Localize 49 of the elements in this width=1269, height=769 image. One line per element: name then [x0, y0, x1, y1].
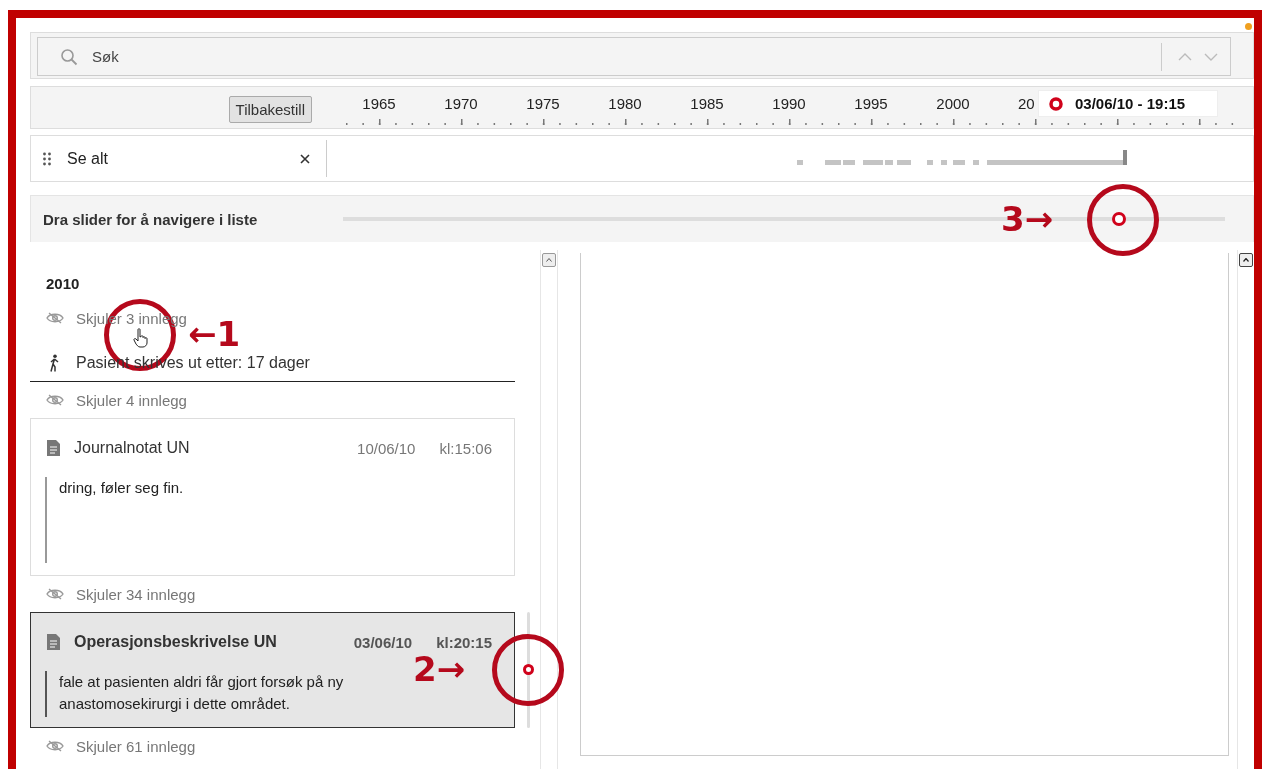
year-label: 1990 [771, 95, 807, 114]
year-label: 1970 [443, 95, 479, 114]
close-icon[interactable] [300, 153, 310, 164]
annotation-circle [492, 634, 564, 706]
note-title: Journalnotat UN [74, 439, 191, 457]
note-title: Operasjonsbeskrivelse UN [74, 633, 278, 651]
ring-icon [1049, 96, 1063, 111]
note-date: 03/06/10 [353, 633, 413, 651]
year-label: 1965 [361, 95, 397, 114]
walking-person-icon [48, 353, 60, 372]
eye-off-icon [46, 312, 64, 324]
year-label: 1975 [525, 95, 561, 114]
drag-handle-icon[interactable] [43, 151, 51, 166]
hidden-entries-link[interactable]: Skjuler 61 innlegg [76, 737, 196, 755]
annotation-circle [1087, 184, 1159, 256]
scrollbar-thumb[interactable] [527, 612, 530, 728]
note-date: 10/06/10 [357, 439, 416, 457]
slider-thumb[interactable] [1112, 212, 1127, 226]
eye-off-icon [46, 394, 64, 406]
hidden-entries-link[interactable]: Skjuler 4 innlegg [76, 391, 187, 409]
eye-off-icon [46, 740, 64, 752]
document-icon [47, 634, 60, 650]
year-heading: 2010 [45, 275, 81, 294]
eye-off-icon [46, 588, 64, 600]
position-marker-icon [523, 664, 534, 675]
year-label: 1980 [607, 95, 643, 114]
filter-chip[interactable]: Se alt [31, 140, 327, 177]
scroll-up-button[interactable] [1239, 253, 1254, 267]
annotation-label: 3→ [1001, 204, 1054, 234]
reset-button[interactable]: Tilbakestill [228, 96, 312, 123]
year-label: 1985 [689, 95, 725, 114]
caret-up-icon [1243, 258, 1250, 262]
journal-card[interactable]: Journalnotat UN 10/06/10 kl:15:06 dring, føler seg fin. [30, 418, 515, 576]
caret-up-icon [546, 258, 552, 262]
year-label: 1995 [853, 95, 889, 114]
note-excerpt: dring, føler seg fin. [45, 477, 492, 563]
search-icon [60, 47, 78, 66]
year-label: 2000 [935, 95, 971, 114]
note-time: kl:15:06 [439, 439, 492, 457]
slider-label: Dra slider for å navigere i liste [43, 210, 259, 228]
note-time: kl:20:15 [436, 633, 492, 651]
hand-cursor-icon [133, 328, 149, 348]
annotation-label: ←1 [188, 319, 241, 349]
notification-dot [1245, 23, 1252, 30]
document-icon [47, 440, 60, 456]
date-tooltip: 03/06/10 - 19:15 [1038, 90, 1218, 117]
search-field[interactable]: Søk [37, 37, 1231, 76]
year-label: 20 [1017, 95, 1035, 114]
hidden-entries-link[interactable]: Skjuler 34 innlegg [76, 585, 196, 603]
